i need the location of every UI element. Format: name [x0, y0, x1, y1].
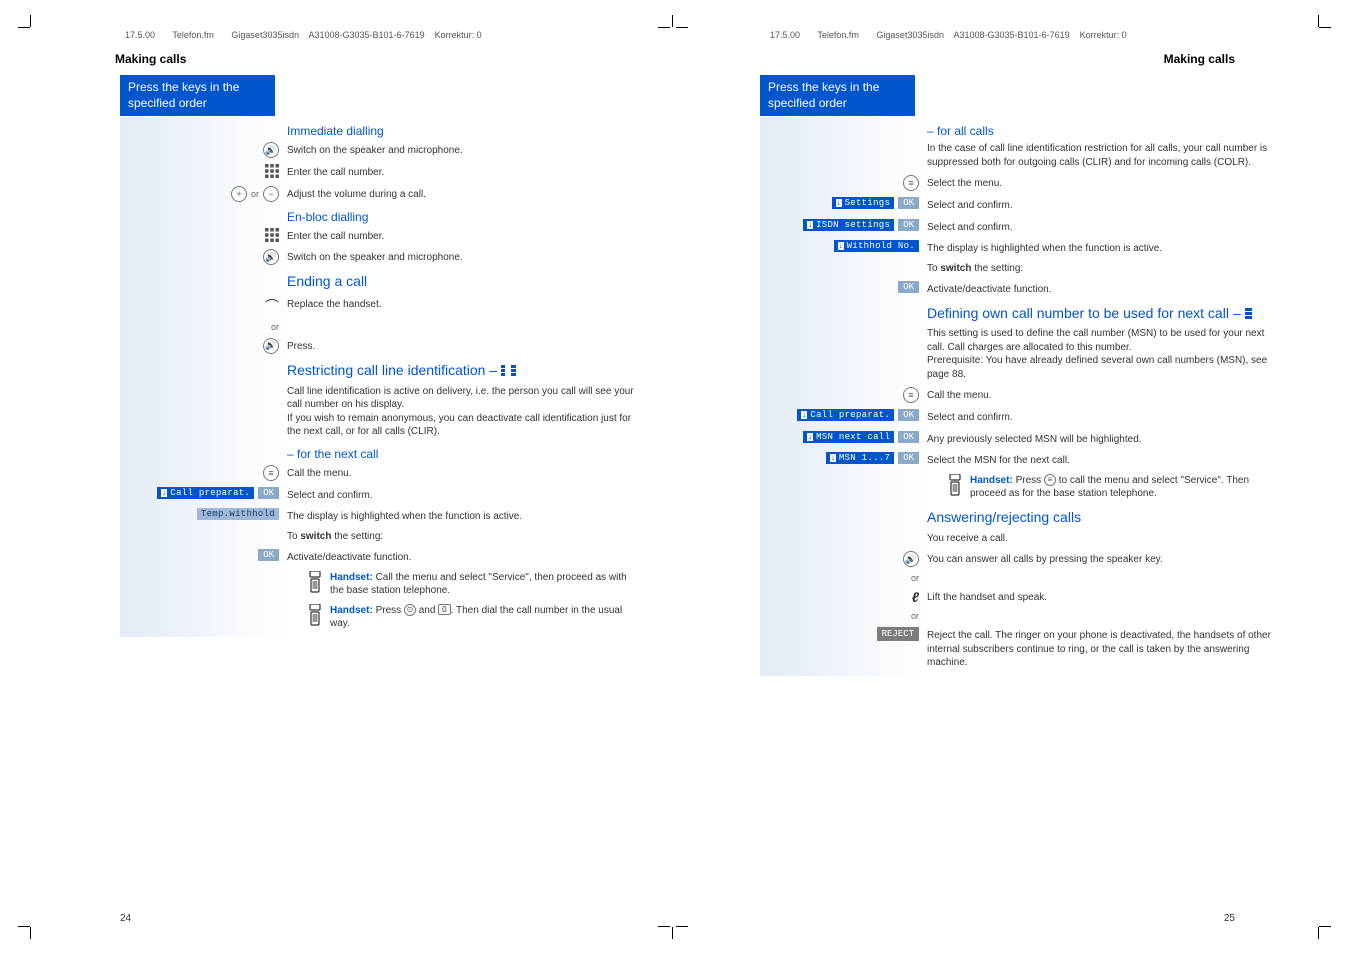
- switch-text: To switch the setting:: [287, 530, 640, 544]
- handset-device-icon: [948, 474, 962, 501]
- handset-note: Handset: Press ≡ to call the menu and se…: [970, 474, 1280, 501]
- step-text: Select and confirm.: [287, 487, 640, 503]
- heading-ending-call: Ending a call: [287, 273, 640, 290]
- menu-chip: ISDN settings: [803, 219, 894, 231]
- step-text: Select the MSN for the next call.: [927, 452, 1280, 468]
- keypad-icon: [265, 228, 279, 242]
- heading-immediate-dialling: Immediate dialling: [287, 124, 640, 138]
- step-text: Call the menu.: [927, 387, 1280, 403]
- heading-answering: Answering/rejecting calls: [927, 509, 1280, 526]
- handset-down-icon: ⌒: [265, 296, 279, 316]
- handset-device-icon: [308, 571, 322, 598]
- or-text: or: [911, 573, 919, 583]
- own-body: This setting is used to define the call …: [927, 327, 1280, 381]
- step-text: The display is highlighted when the func…: [927, 240, 1280, 256]
- heading-for-all-calls: – for all calls: [927, 124, 1280, 138]
- reject-key: REJECT: [877, 627, 919, 641]
- step-text: Any previously selected MSN will be high…: [927, 431, 1280, 447]
- menu-chip: MSN next call: [803, 431, 894, 443]
- step-text: Switch on the speaker and microphone.: [287, 142, 640, 158]
- speaker-icon: 🔊: [263, 249, 279, 265]
- heading-restricting: Restricting call line identification –: [287, 362, 640, 379]
- speaker-icon: 🔊: [263, 338, 279, 354]
- step-text: Press.: [287, 338, 640, 354]
- restrict-body: Call line identification is active on de…: [287, 385, 640, 439]
- step-text: Activate/deactivate function.: [927, 281, 1280, 297]
- menu-chip: Call preparat.: [157, 487, 254, 499]
- speaker-icon: 🔊: [263, 142, 279, 158]
- menu-icon: ≡: [903, 175, 919, 191]
- page-right: Press the keys in the specified order – …: [760, 75, 1280, 676]
- keypad-icon: [265, 164, 279, 178]
- handset-note: Handset: Call the menu and select "Servi…: [330, 571, 640, 598]
- page-left: Press the keys in the specified order Im…: [120, 75, 640, 637]
- instruction-box: Press the keys in the specified order: [760, 75, 915, 116]
- ans-body: You receive a call.: [927, 532, 1280, 546]
- or-text: or: [251, 189, 259, 199]
- section-title-right: Making calls: [1164, 52, 1235, 66]
- handset-device-icon: [308, 604, 322, 631]
- menu-chip: Withhold No.: [834, 240, 919, 252]
- plus-icon: +: [231, 186, 247, 202]
- heading-own-number: Defining own call number to be used for …: [927, 305, 1280, 322]
- step-text: Enter the call number.: [287, 164, 640, 180]
- menu-chip: Settings: [832, 197, 895, 209]
- handset-note: Handset: Press ⊙ and 0. Then dial the ca…: [330, 604, 640, 631]
- step-text: Select and confirm.: [927, 197, 1280, 213]
- ok-key: OK: [898, 452, 919, 464]
- ok-key: OK: [258, 487, 279, 499]
- ok-key: OK: [898, 409, 919, 421]
- handset-lift-icon: ℓ: [912, 589, 919, 605]
- step-text: Replace the handset.: [287, 296, 640, 312]
- ok-key: OK: [898, 281, 919, 293]
- header-line-right: 17.5.00 Telefon.fm Gigaset3035isdn A3100…: [770, 30, 1127, 40]
- menu-chip: Call preparat.: [797, 409, 894, 421]
- minus-icon: −: [263, 186, 279, 202]
- step-text: Activate/deactivate function.: [287, 549, 640, 565]
- switch-text: To switch the setting:: [927, 262, 1280, 276]
- menu-icon: ≡: [263, 465, 279, 481]
- step-text: Select and confirm.: [927, 219, 1280, 235]
- section-title-left: Making calls: [115, 52, 186, 66]
- step-text: Call the menu.: [287, 465, 640, 481]
- heading-next-call: – for the next call: [287, 447, 640, 461]
- ok-key: OK: [258, 549, 279, 561]
- all-body: In the case of call line identification …: [927, 142, 1280, 169]
- step-text: Lift the handset and speak.: [927, 589, 1280, 605]
- step-text: Adjust the volume during a call.: [287, 186, 640, 202]
- step-text: Reject the call. The ringer on your phon…: [927, 627, 1280, 670]
- header-line-left: 17.5.00 Telefon.fm Gigaset3035isdn A3100…: [125, 30, 482, 40]
- step-text: Select the menu.: [927, 175, 1280, 191]
- step-text: The display is highlighted when the func…: [287, 508, 640, 524]
- ok-key: OK: [898, 197, 919, 209]
- step-text: Enter the call number.: [287, 228, 640, 244]
- or-text: or: [271, 322, 279, 332]
- ok-key: OK: [898, 219, 919, 231]
- step-text: Select and confirm.: [927, 409, 1280, 425]
- menu-chip: Temp.withhold: [197, 508, 279, 520]
- page-number-right: 25: [1224, 913, 1235, 924]
- step-text: Switch on the speaker and microphone.: [287, 249, 640, 265]
- or-text: or: [911, 611, 919, 621]
- menu-icon: ≡: [903, 387, 919, 403]
- step-text: You can answer all calls by pressing the…: [927, 551, 1280, 567]
- heading-enbloc-dialling: En-bloc dialling: [287, 210, 640, 224]
- speaker-icon: 🔊: [903, 551, 919, 567]
- ok-key: OK: [898, 431, 919, 443]
- menu-chip: MSN 1...7: [826, 452, 894, 464]
- instruction-box: Press the keys in the specified order: [120, 75, 275, 116]
- page-number-left: 24: [120, 913, 131, 924]
